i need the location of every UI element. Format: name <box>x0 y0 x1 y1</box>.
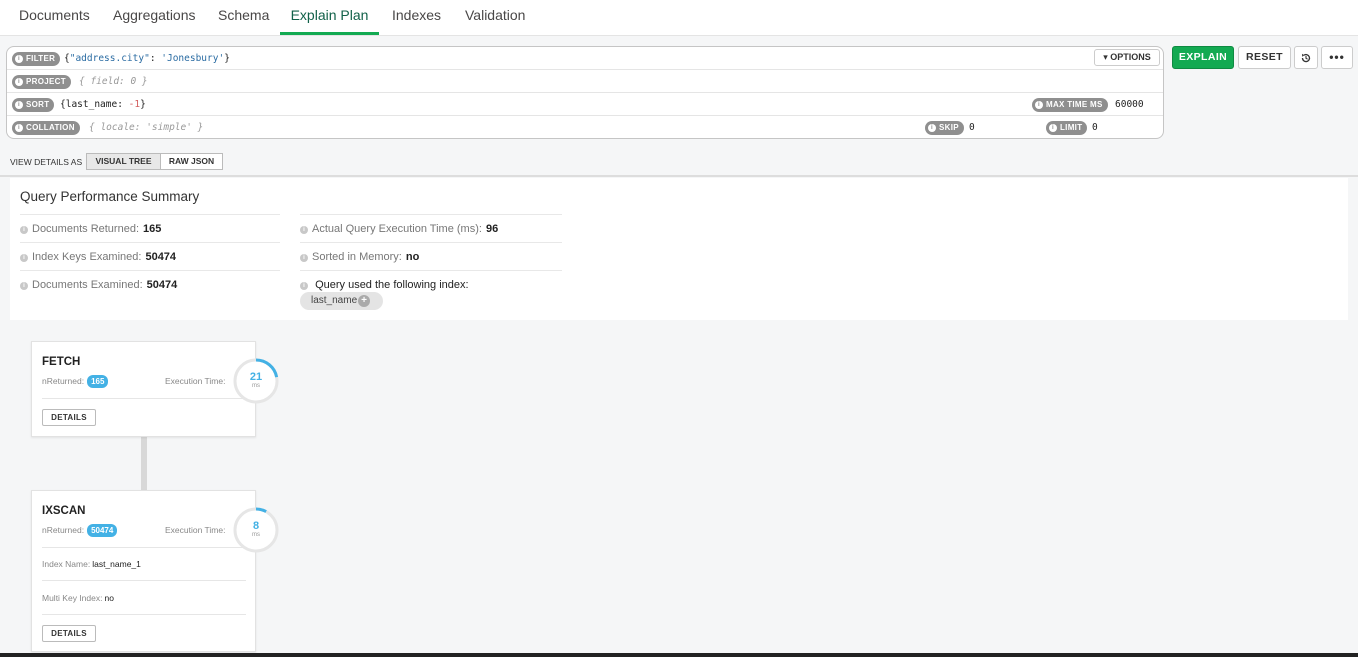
raw-json-toggle[interactable]: RAW JSON <box>160 153 223 170</box>
history-button[interactable] <box>1294 46 1318 69</box>
execution-time-label: Execution Time: <box>165 525 226 535</box>
more-options-button[interactable]: ••• <box>1321 46 1353 69</box>
tab-aggregations[interactable]: Aggregations <box>113 0 196 35</box>
collation-label: i COLLATION <box>12 121 80 135</box>
info-icon: i <box>300 254 308 262</box>
execution-time-unit: ms <box>252 383 260 389</box>
sort-row[interactable]: i SORT {last_name: -1} i MAX TIME MS 60000 <box>7 93 1163 116</box>
collation-row[interactable]: i COLLATION { locale: 'simple' } i SKIP 0 … <box>7 116 1163 139</box>
stage-name: FETCH <box>42 356 81 368</box>
divider <box>42 580 246 581</box>
tab-bar: Documents Aggregations Schema Explain Pl… <box>0 0 1358 36</box>
collation-input[interactable]: { locale: 'simple' } <box>89 121 203 135</box>
stage-connector <box>141 437 147 491</box>
execution-time-clock: 21 ms <box>232 357 280 405</box>
details-button[interactable]: DETAILS <box>42 409 96 426</box>
options-button[interactable]: ▾ OPTIONS <box>1094 49 1160 66</box>
info-icon: i <box>300 226 308 234</box>
info-icon: i <box>928 124 936 132</box>
keys-examined-row: i Index Keys Examined: 50474 <box>20 242 280 270</box>
execution-time-label: Execution Time: <box>165 376 226 386</box>
project-label: i PROJECT <box>12 75 71 89</box>
nreturned-badge: 50474 <box>87 524 118 537</box>
view-details-label: VIEW DETAILS AS <box>10 157 83 167</box>
tab-documents[interactable]: Documents <box>19 0 90 35</box>
sort-input[interactable]: {last_name: -1} <box>60 98 146 112</box>
sorted-in-memory-row: i Sorted in Memory: no <box>300 242 562 270</box>
info-icon: i <box>15 124 23 132</box>
project-row[interactable]: i PROJECT { field: 0 } <box>7 70 1163 93</box>
execution-time-unit: ms <box>252 532 260 538</box>
nreturned-badge: 165 <box>87 375 109 388</box>
tab-explain-plan[interactable]: Explain Plan <box>280 0 379 35</box>
plus-icon[interactable]: + <box>358 295 370 307</box>
tab-validation[interactable]: Validation <box>465 0 525 35</box>
nreturned-row: nReturned: 165 <box>42 374 109 388</box>
execution-time-value: 8 <box>252 520 260 532</box>
ellipsis-icon: ••• <box>1329 50 1345 64</box>
filter-row[interactable]: i FILTER {"address.city": 'Jonesbury'} ▾ … <box>7 47 1163 70</box>
summary-title: Query Performance Summary <box>20 189 200 204</box>
stage-name: IXSCAN <box>42 505 86 517</box>
execution-time-value: 21 <box>249 371 263 383</box>
query-bar: i FILTER {"address.city": 'Jonesbury'} ▾ … <box>6 46 1164 139</box>
details-button[interactable]: DETAILS <box>42 625 96 642</box>
multikey-row: Multi Key Index: no <box>42 593 114 603</box>
filter-input[interactable]: {"address.city": 'Jonesbury'} <box>64 52 230 66</box>
max-time-ms-label: i MAX TIME MS <box>1032 98 1108 112</box>
info-icon: i <box>20 282 28 290</box>
docs-examined-row: i Documents Examined: 50474 <box>20 270 280 298</box>
skip-input[interactable]: 0 <box>969 121 975 135</box>
tab-schema[interactable]: Schema <box>218 0 269 35</box>
visual-tree-toggle[interactable]: VISUAL TREE <box>86 153 161 170</box>
filter-label: i FILTER <box>12 52 61 66</box>
divider <box>42 547 246 548</box>
info-icon: i <box>300 282 308 290</box>
index-pill-label: last_name <box>311 295 358 306</box>
info-icon: i <box>15 78 23 86</box>
info-icon: i <box>15 101 23 109</box>
sort-label: i SORT <box>12 98 55 112</box>
reset-button[interactable]: RESET <box>1238 46 1291 69</box>
stage-card-fetch: FETCH nReturned: 165 Execution Time: DETA… <box>31 341 256 437</box>
nreturned-row: nReturned: 50474 <box>42 523 118 537</box>
window-bottom-edge <box>0 653 1358 657</box>
section-divider <box>0 175 1358 177</box>
stage-card-ixscan: IXSCAN nReturned: 50474 Execution Time: I… <box>31 490 256 652</box>
limit-input[interactable]: 0 <box>1092 121 1098 135</box>
query-performance-summary: Query Performance Summary i Documents Ret… <box>10 178 1348 320</box>
info-icon: i <box>1035 101 1043 109</box>
divider <box>42 398 246 399</box>
info-icon: i <box>1049 124 1057 132</box>
history-icon <box>1301 53 1311 63</box>
execution-time-clock: 8 ms <box>232 506 280 554</box>
index-pill[interactable]: last_name + <box>300 292 383 310</box>
info-icon: i <box>20 254 28 262</box>
exec-time-row: i Actual Query Execution Time (ms): 96 <box>300 214 562 242</box>
max-time-ms-input[interactable]: 60000 <box>1115 98 1144 112</box>
info-icon: i <box>20 226 28 234</box>
divider <box>42 614 246 615</box>
info-icon: i <box>15 55 23 63</box>
tab-indexes[interactable]: Indexes <box>392 0 441 35</box>
project-input[interactable]: { field: 0 } <box>79 75 148 89</box>
skip-label: i SKIP <box>925 121 964 135</box>
index-name-row: Index Name: last_name_1 <box>42 559 141 569</box>
docs-returned-row: i Documents Returned: 165 <box>20 214 280 242</box>
explain-button[interactable]: EXPLAIN <box>1172 46 1234 69</box>
limit-label: i LIMIT <box>1046 121 1088 135</box>
